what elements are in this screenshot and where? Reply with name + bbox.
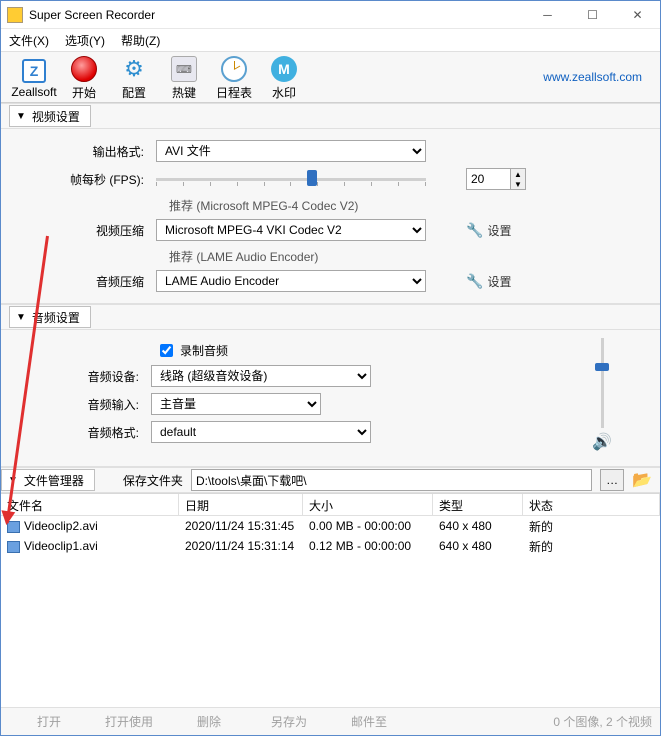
saveas-button[interactable]: 另存为: [249, 713, 329, 730]
maximize-button[interactable]: ☐: [570, 1, 615, 29]
record-icon: [71, 56, 97, 82]
app-icon: [7, 7, 23, 23]
file-date: 2020/11/24 15:31:45: [179, 517, 303, 535]
window-title: Super Screen Recorder: [29, 8, 525, 22]
config-button[interactable]: ⚙ 配置: [109, 53, 159, 101]
file-type: 640 x 480: [433, 517, 523, 535]
fps-slider[interactable]: [156, 168, 426, 190]
menu-help[interactable]: 帮助(Z): [117, 30, 164, 51]
video-file-icon: [7, 541, 20, 553]
open-button[interactable]: 打开: [9, 713, 89, 730]
output-format-label: 输出格式:: [1, 143, 156, 160]
save-folder-input[interactable]: [191, 469, 592, 491]
gear-icon: ⚙: [121, 56, 147, 82]
table-row[interactable]: Videoclip1.avi 2020/11/24 15:31:14 0.12 …: [1, 536, 660, 556]
brand-label: Zeallsoft: [11, 85, 56, 99]
audio-section-label: 音频设置: [32, 309, 80, 326]
audio-format-label: 音频格式:: [1, 424, 151, 441]
fps-spin-up[interactable]: ▲: [511, 169, 525, 179]
chevron-down-icon: ▼: [16, 111, 26, 122]
col-type[interactable]: 类型: [433, 494, 523, 515]
acodec-label: 音频压缩: [1, 273, 156, 290]
vcodec-settings-label: 设置: [487, 222, 511, 239]
record-audio-checkbox[interactable]: [160, 344, 173, 357]
acodec-settings-button[interactable]: 🔧 设置: [466, 273, 511, 290]
video-section-label: 视频设置: [32, 108, 80, 125]
keyboard-icon: ⌨: [171, 56, 197, 82]
file-size: 0.00 MB - 00:00:00: [303, 517, 433, 535]
config-label: 配置: [122, 84, 146, 101]
record-audio-label: 录制音频: [180, 342, 228, 359]
browse-button[interactable]: …: [600, 469, 624, 491]
audio-device-label: 音频设备:: [1, 368, 151, 385]
zeallsoft-icon: Z: [22, 59, 46, 83]
status-summary: 0 个图像, 2 个视频: [553, 713, 652, 730]
open-with-button[interactable]: 打开使用: [89, 713, 169, 730]
vcodec-settings-button[interactable]: 🔧 设置: [466, 222, 511, 239]
wrench-icon: 🔧: [466, 273, 483, 290]
col-date[interactable]: 日期: [179, 494, 303, 515]
close-button[interactable]: ✕: [615, 1, 660, 29]
audio-format-select[interactable]: default: [151, 421, 371, 443]
file-type: 640 x 480: [433, 537, 523, 555]
start-label: 开始: [72, 84, 96, 101]
open-folder-icon[interactable]: 📂: [632, 470, 652, 490]
email-button[interactable]: 邮件至: [329, 713, 409, 730]
hotkey-label: 热键: [172, 84, 196, 101]
schedule-label: 日程表: [216, 84, 252, 101]
volume-slider[interactable]: [592, 338, 612, 428]
hotkey-button[interactable]: ⌨ 热键: [159, 53, 209, 101]
clock-icon: [221, 56, 247, 82]
file-name: Videoclip2.avi: [24, 519, 98, 533]
minimize-button[interactable]: ─: [525, 1, 570, 29]
file-status: 新的: [523, 516, 660, 537]
fps-spin-down[interactable]: ▼: [511, 179, 525, 189]
fps-slider-thumb[interactable]: [307, 170, 317, 186]
chevron-down-icon: ▼: [16, 312, 26, 323]
file-section-label: 文件管理器: [24, 472, 84, 489]
vcodec-select[interactable]: Microsoft MPEG-4 VKI Codec V2: [156, 219, 426, 241]
watermark-label: 水印: [272, 84, 296, 101]
acodec-recommend: 推荐 (LAME Audio Encoder): [169, 248, 652, 265]
speaker-icon[interactable]: 🔊: [592, 432, 612, 452]
vcodec-label: 视频压缩: [1, 222, 156, 239]
vcodec-recommend: 推荐 (Microsoft MPEG-4 Codec V2): [169, 197, 652, 214]
file-name: Videoclip1.avi: [24, 539, 98, 553]
file-status: 新的: [523, 536, 660, 557]
acodec-settings-label: 设置: [487, 273, 511, 290]
volume-thumb[interactable]: [595, 363, 609, 371]
menu-file[interactable]: 文件(X): [5, 30, 53, 51]
output-format-select[interactable]: AVI 文件: [156, 140, 426, 162]
menu-options[interactable]: 选项(Y): [61, 30, 109, 51]
file-date: 2020/11/24 15:31:14: [179, 537, 303, 555]
brand-button[interactable]: Z Zeallsoft: [9, 56, 59, 99]
col-status[interactable]: 状态: [523, 494, 660, 515]
delete-button[interactable]: 删除: [169, 713, 249, 730]
audio-section-toggle[interactable]: ▼ 音频设置: [9, 306, 91, 328]
table-row[interactable]: Videoclip2.avi 2020/11/24 15:31:45 0.00 …: [1, 516, 660, 536]
start-button[interactable]: 开始: [59, 53, 109, 101]
audio-device-select[interactable]: 线路 (超级音效设备): [151, 365, 371, 387]
col-name[interactable]: 文件名: [1, 494, 179, 515]
fps-label: 帧每秒 (FPS):: [1, 171, 156, 188]
acodec-select[interactable]: LAME Audio Encoder: [156, 270, 426, 292]
vendor-url[interactable]: www.zeallsoft.com: [543, 70, 652, 84]
watermark-icon: M: [271, 56, 297, 82]
audio-input-select[interactable]: 主音量: [151, 393, 321, 415]
file-size: 0.12 MB - 00:00:00: [303, 537, 433, 555]
save-folder-label: 保存文件夹: [123, 472, 183, 489]
watermark-button[interactable]: M 水印: [259, 53, 309, 101]
wrench-icon: 🔧: [466, 222, 483, 239]
video-section-toggle[interactable]: ▼ 视频设置: [9, 105, 91, 127]
schedule-button[interactable]: 日程表: [209, 53, 259, 101]
fps-input[interactable]: [466, 168, 511, 190]
col-size[interactable]: 大小: [303, 494, 433, 515]
